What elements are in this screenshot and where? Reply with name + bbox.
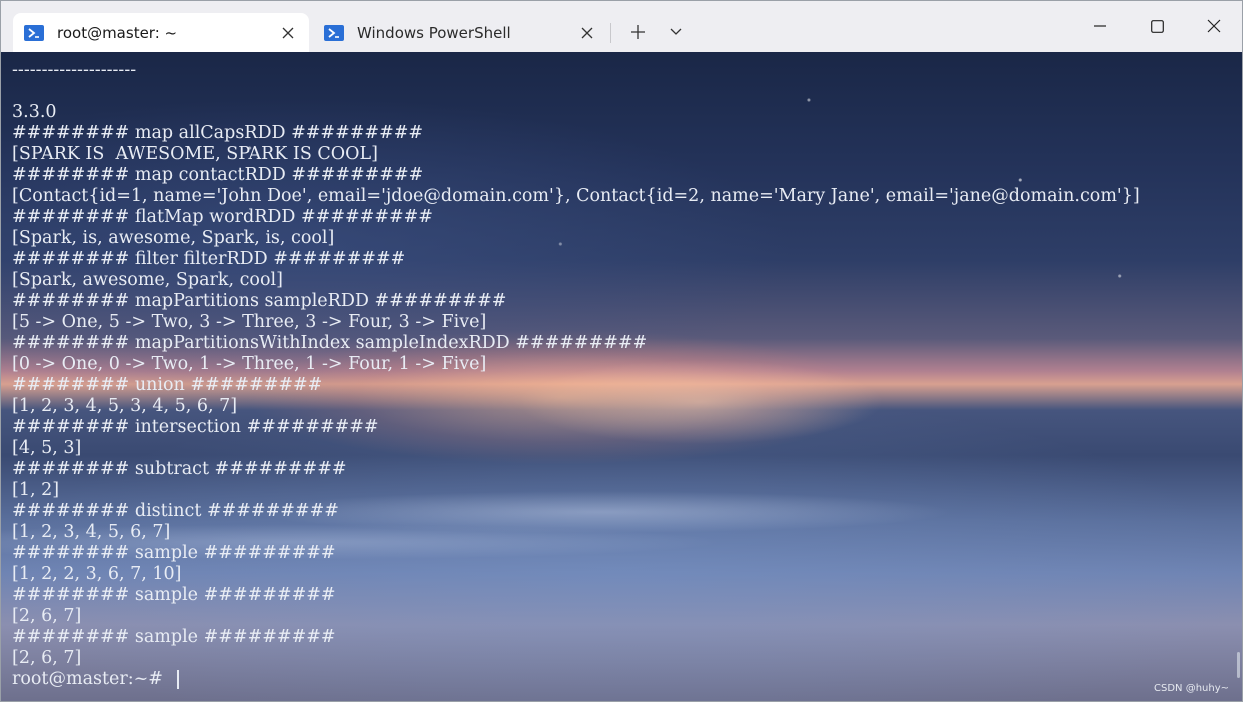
- close-icon: [1207, 19, 1221, 33]
- terminal-line: ######## sample #########: [12, 543, 336, 563]
- terminal-line: ######## mapPartitionsWithIndex sampleIn…: [12, 333, 648, 353]
- terminal-line: [1, 2, 3, 4, 5, 3, 4, 5, 6, 7]: [12, 396, 238, 416]
- terminal-line: ######## distinct #########: [12, 501, 339, 521]
- tab-label: root@master: ~: [57, 23, 178, 42]
- minimize-button[interactable]: [1071, 1, 1129, 51]
- maximize-button[interactable]: [1128, 1, 1186, 51]
- terminal-line: [SPARK IS AWESOME, SPARK IS COOL]: [12, 144, 378, 164]
- terminal-line: ######## filter filterRDD #########: [12, 249, 406, 269]
- terminal-line: ######## sample #########: [12, 585, 336, 605]
- terminal-line: ######## flatMap wordRDD #########: [12, 207, 433, 227]
- maximize-icon: [1150, 19, 1164, 33]
- tab-root-master[interactable]: root@master: ~: [13, 13, 309, 52]
- tab-close-icon[interactable]: [574, 20, 600, 46]
- tab-divider: [610, 23, 611, 43]
- powershell-icon: [324, 24, 344, 41]
- terminal-line: ######## subtract #########: [12, 459, 347, 479]
- terminal-line: ######## sample #########: [12, 627, 336, 647]
- text-cursor: [176, 670, 179, 689]
- terminal-line: 3.3.0: [12, 102, 57, 122]
- terminal-window: root@master: ~ Windows PowerShell ------…: [0, 0, 1243, 702]
- terminal-line: [Spark, is, awesome, Spark, is, cool]: [12, 228, 335, 248]
- terminal-line: [5 -> One, 5 -> Two, 3 -> Three, 3 -> Fo…: [12, 312, 487, 332]
- terminal-output: --------------------- 3.3.0 ######## map a…: [12, 60, 1242, 690]
- terminal-line: ######## mapPartitions sampleRDD #######…: [12, 291, 507, 311]
- terminal-line: [1, 2, 2, 3, 6, 7, 10]: [12, 564, 182, 584]
- terminal-line: ######## map contactRDD #########: [12, 165, 424, 185]
- terminal-line: ######## intersection #########: [12, 417, 379, 437]
- terminal-line: ######## map allCapsRDD #########: [12, 123, 424, 143]
- terminal-line: [0 -> One, 0 -> Two, 1 -> Three, 1 -> Fo…: [12, 354, 487, 374]
- terminal-pane[interactable]: --------------------- 3.3.0 ######## map a…: [1, 52, 1242, 701]
- terminal-line: [4, 5, 3]: [12, 438, 82, 458]
- terminal-line: [2, 6, 7]: [12, 648, 82, 668]
- terminal-line: [Spark, awesome, Spark, cool]: [12, 270, 283, 290]
- title-bar[interactable]: root@master: ~ Windows PowerShell: [1, 1, 1242, 52]
- chevron-down-icon: [670, 28, 682, 35]
- terminal-scrollbar[interactable]: [1237, 652, 1240, 678]
- shell-prompt: root@master:~#: [12, 669, 169, 689]
- minimize-icon: [1094, 25, 1106, 27]
- terminal-line: [1, 2, 3, 4, 5, 6, 7]: [12, 522, 171, 542]
- powershell-icon: [24, 24, 44, 41]
- close-window-button[interactable]: [1185, 1, 1242, 51]
- tab-close-icon[interactable]: [275, 20, 301, 46]
- new-tab-button[interactable]: [623, 18, 653, 46]
- tab-dropdown-button[interactable]: [663, 18, 689, 46]
- tab-label: Windows PowerShell: [357, 23, 511, 42]
- terminal-line: ---------------------: [12, 60, 137, 80]
- watermark-text: CSDN @huhy~: [1154, 683, 1229, 694]
- terminal-line: [Contact{id=1, name='John Doe', email='j…: [12, 186, 1140, 206]
- prompt-line[interactable]: root@master:~#: [12, 669, 1242, 690]
- terminal-line: [2, 6, 7]: [12, 606, 82, 626]
- terminal-line: [1, 2]: [12, 480, 60, 500]
- tab-windows-powershell[interactable]: Windows PowerShell: [313, 13, 608, 52]
- plus-icon: [631, 25, 645, 39]
- terminal-line: ######## union #########: [12, 375, 323, 395]
